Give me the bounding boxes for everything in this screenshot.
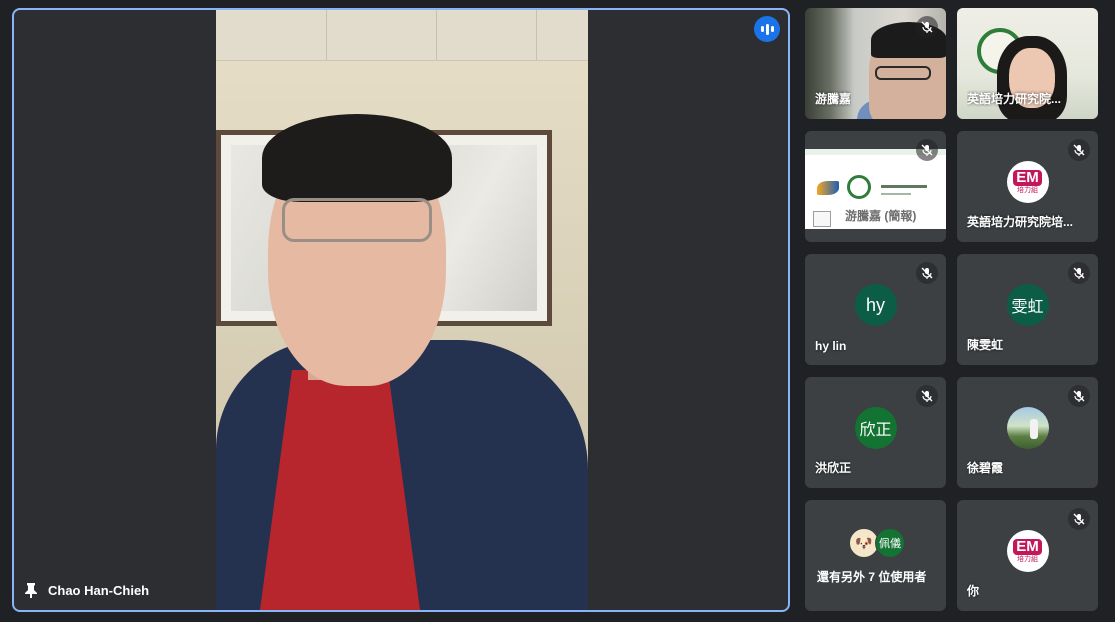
mic-off-icon — [916, 16, 938, 38]
main-speaker-name: Chao Han-Chieh — [48, 582, 150, 598]
participant-tile[interactable]: 徐碧霞 — [957, 377, 1098, 488]
presentation-tile[interactable]: 游騰嘉 (簡報) — [805, 131, 946, 242]
participant-name: 洪欣正 — [815, 461, 852, 475]
participant-tile[interactable]: 英語培力研究院... — [957, 8, 1098, 119]
participant-avatar: 雯虹 — [1006, 284, 1049, 326]
speaking-indicator-icon — [754, 16, 780, 42]
participant-name: hy lin — [815, 339, 847, 353]
slide-emblem-icon — [847, 175, 871, 199]
participant-tile[interactable]: hy hy lin — [805, 254, 946, 365]
more-participants-tile[interactable]: 🐶 佩儀 還有另外 7 位使用者 — [805, 500, 946, 611]
participant-avatar: 佩儀 — [875, 528, 905, 558]
participant-name: 游騰嘉 (簡報) — [845, 209, 917, 223]
more-participants-label: 還有另外 7 位使用者 — [817, 570, 927, 584]
mic-off-icon — [1068, 385, 1090, 407]
participant-tile[interactable]: 欣正 洪欣正 — [805, 377, 946, 488]
mic-off-icon — [916, 139, 938, 161]
main-speaker-name-label: Chao Han-Chieh — [24, 582, 149, 598]
participant-name: 英語培力研究院... — [967, 92, 1062, 106]
screen-share-icon — [813, 211, 831, 227]
participant-avatar: hy — [854, 284, 897, 326]
main-speaker-tile[interactable]: Chao Han-Chieh — [12, 8, 790, 612]
video-ceiling — [216, 10, 588, 61]
participant-tile[interactable]: EM 培力組 英語培力研究院培... — [957, 131, 1098, 242]
self-tile[interactable]: EM 培力組 你 — [957, 500, 1098, 611]
speaker-glasses — [282, 198, 432, 242]
speaker-hair — [262, 114, 452, 202]
participant-name: 陳雯虹 — [967, 338, 1004, 352]
participant-name: 英語培力研究院培... — [967, 215, 1074, 229]
participant-name: 你 — [967, 584, 980, 598]
pin-icon[interactable] — [24, 582, 38, 598]
em-logo-avatar: EM 培力組 — [1006, 161, 1049, 203]
mic-off-icon — [1068, 262, 1090, 284]
main-speaker-video — [216, 10, 588, 610]
participant-name: 游騰嘉 — [815, 92, 852, 106]
mic-off-icon — [1068, 508, 1090, 530]
em-logo-avatar: EM 培力組 — [1006, 530, 1049, 572]
participant-tile[interactable]: 游騰嘉 — [805, 8, 946, 119]
participant-tile[interactable]: 雯虹 陳雯虹 — [957, 254, 1098, 365]
more-participants-avatars: 🐶 佩儀 — [849, 528, 909, 558]
slide-logo-icon — [817, 181, 839, 195]
participant-avatar: 欣正 — [854, 407, 897, 449]
participant-photo-avatar — [1006, 407, 1049, 449]
mic-off-icon — [916, 262, 938, 284]
mic-off-icon — [1068, 139, 1090, 161]
mic-off-icon — [916, 385, 938, 407]
participant-name: 徐碧霞 — [967, 461, 1004, 475]
